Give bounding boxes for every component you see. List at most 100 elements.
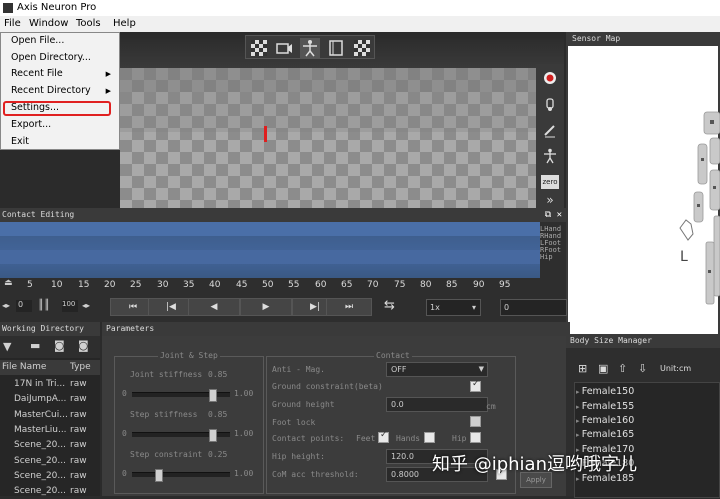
settings-highlight-box xyxy=(3,101,111,116)
column-header-name[interactable]: File Name xyxy=(2,360,46,375)
list-item[interactable]: MasterCui... raw xyxy=(0,408,100,423)
hip-checkbox[interactable] xyxy=(470,432,481,443)
step-stiffness-slider[interactable] xyxy=(132,429,230,442)
feet-label: Feet xyxy=(356,434,376,443)
ground-constraint-label: Ground constraint(beta) xyxy=(272,382,383,391)
add-icon[interactable]: ⊞ xyxy=(578,362,587,375)
menu-item-recent-file[interactable]: Recent File xyxy=(11,68,63,79)
search-file-icon[interactable]: ◙ xyxy=(54,339,65,352)
file-type: raw xyxy=(70,456,87,466)
brush-icon[interactable] xyxy=(542,122,558,138)
expand-down-icon[interactable]: » xyxy=(542,192,558,208)
body-size-item: Female165 xyxy=(581,429,635,440)
slider-knob[interactable] xyxy=(209,429,217,442)
upload-icon[interactable]: ⇧ xyxy=(618,362,627,375)
joint-stiffness-slider[interactable] xyxy=(132,389,230,402)
working-directory-header: Working Directory xyxy=(0,322,100,336)
anti-mag-select[interactable]: OFF ▼ xyxy=(386,362,488,377)
working-directory-list: File Name Type 17N in Tri... raw DaiJumpA… xyxy=(0,358,100,496)
contact-points-label: Contact points: xyxy=(272,434,345,443)
panel-float-close-icon[interactable]: ⧉ ✕ xyxy=(545,208,562,222)
file-name: Scene_20... xyxy=(14,456,66,466)
body-size-manager-title: Body Size Manager xyxy=(566,334,720,348)
range-prev-icon[interactable]: ◂▸ xyxy=(2,301,10,310)
range-next-icon[interactable]: ◂▸ xyxy=(82,301,90,310)
contact-editing-header: Contact Editing ⧉ ✕ xyxy=(0,208,566,222)
menu-file[interactable]: File xyxy=(4,16,21,32)
ruler-tick: 90 xyxy=(473,280,485,290)
loop-icon[interactable]: ⇆ xyxy=(384,298,395,313)
slider-knob[interactable] xyxy=(155,469,163,482)
file-type: raw xyxy=(70,471,87,481)
column-header-type[interactable]: Type xyxy=(70,360,91,375)
list-item[interactable]: ▸ Female160 xyxy=(576,414,716,428)
slider-knob[interactable] xyxy=(209,389,217,402)
record-icon[interactable] xyxy=(542,70,558,86)
file-menu-dropdown: Open File... Open Directory... Recent Fi… xyxy=(0,32,120,150)
step-back-button[interactable]: ◀ xyxy=(188,298,240,316)
list-item[interactable]: 17N in Tri... raw xyxy=(0,377,100,392)
ruler-tick: 20 xyxy=(104,280,116,290)
search-folder-icon[interactable]: ◙ xyxy=(78,339,89,352)
ruler-tick: 80 xyxy=(420,280,432,290)
range-end-field[interactable]: 100 xyxy=(62,300,78,312)
list-item[interactable]: ▸ Female165 xyxy=(576,428,716,442)
step-stiffness-label: Step stiffness xyxy=(130,410,198,419)
range-start-field[interactable]: 0 xyxy=(16,300,32,312)
list-item[interactable]: ▸ Female155 xyxy=(576,400,716,414)
checker-view-icon[interactable] xyxy=(249,38,269,58)
checker-grid-icon[interactable] xyxy=(352,38,372,58)
zero-button[interactable]: zero xyxy=(541,175,559,189)
menu-help[interactable]: Help xyxy=(113,16,136,32)
menu-item-open-file[interactable]: Open File... xyxy=(11,35,64,46)
contact-timeline[interactable] xyxy=(0,222,540,278)
menu-tools[interactable]: Tools xyxy=(76,16,101,32)
figure-icon[interactable] xyxy=(300,38,320,58)
delete-icon[interactable]: ▣ xyxy=(598,362,608,375)
list-item[interactable]: ▸ Female150 xyxy=(576,385,716,399)
list-item[interactable]: DaiJumpA... raw xyxy=(0,392,100,407)
skeleton-icon[interactable] xyxy=(542,148,558,164)
file-type: raw xyxy=(70,394,87,404)
camera-icon[interactable] xyxy=(274,38,294,58)
ruler-tick: 85 xyxy=(446,280,458,290)
menu-window[interactable]: Window xyxy=(29,16,68,32)
playhead-icon[interactable]: ⏏ xyxy=(4,278,13,288)
list-item[interactable]: Scene_20... raw xyxy=(0,484,100,499)
list-item[interactable]: Scene_20... raw xyxy=(0,438,100,453)
ground-constraint-checkbox[interactable]: ✓ xyxy=(470,379,481,392)
speed-select[interactable]: 1x ▾ xyxy=(426,299,481,316)
joint-stiffness-label: Joint stiffness xyxy=(130,370,203,379)
book-icon[interactable] xyxy=(326,38,346,58)
last-frame-button[interactable]: ⏭ xyxy=(326,298,372,316)
hand-icon[interactable] xyxy=(542,96,558,112)
file-name: 17N in Tri... xyxy=(14,379,66,389)
ruler-tick: 55 xyxy=(288,280,300,290)
range-slider-icon[interactable]: ║║ xyxy=(38,300,50,311)
frame-field[interactable]: 0 xyxy=(500,299,567,316)
download-icon[interactable]: ⇩ xyxy=(638,362,647,375)
ground-height-field[interactable]: 0.0 xyxy=(386,397,488,412)
list-item[interactable]: Scene_20... raw xyxy=(0,469,100,484)
ruler-tick: 45 xyxy=(236,280,248,290)
folder-icon[interactable]: ▬ xyxy=(30,339,40,352)
list-item[interactable]: MasterLiu... raw xyxy=(0,423,100,438)
file-name: MasterCui... xyxy=(14,410,68,420)
list-item[interactable]: Scene_20... raw xyxy=(0,454,100,469)
track-label: Hip xyxy=(540,253,553,261)
ground-height-label: Ground height xyxy=(272,400,335,409)
feet-checkbox[interactable]: ✓ xyxy=(378,430,389,443)
step-constraint-slider[interactable] xyxy=(132,469,230,482)
hands-checkbox[interactable] xyxy=(424,432,435,443)
file-name: Scene_20... xyxy=(14,440,66,450)
menu-item-exit[interactable]: Exit xyxy=(11,136,29,147)
hip-label: Hip xyxy=(452,434,467,443)
menu-item-recent-directory[interactable]: Recent Directory xyxy=(11,85,91,96)
foot-lock-checkbox[interactable] xyxy=(470,416,481,427)
menu-item-open-directory[interactable]: Open Directory... xyxy=(11,52,91,63)
filter-icon[interactable]: ▼ xyxy=(3,340,11,353)
submenu-arrow-icon: ▶ xyxy=(105,70,111,78)
menu-item-export[interactable]: Export... xyxy=(11,119,51,130)
file-type: raw xyxy=(70,440,87,450)
play-button[interactable]: ▶ xyxy=(240,298,292,316)
